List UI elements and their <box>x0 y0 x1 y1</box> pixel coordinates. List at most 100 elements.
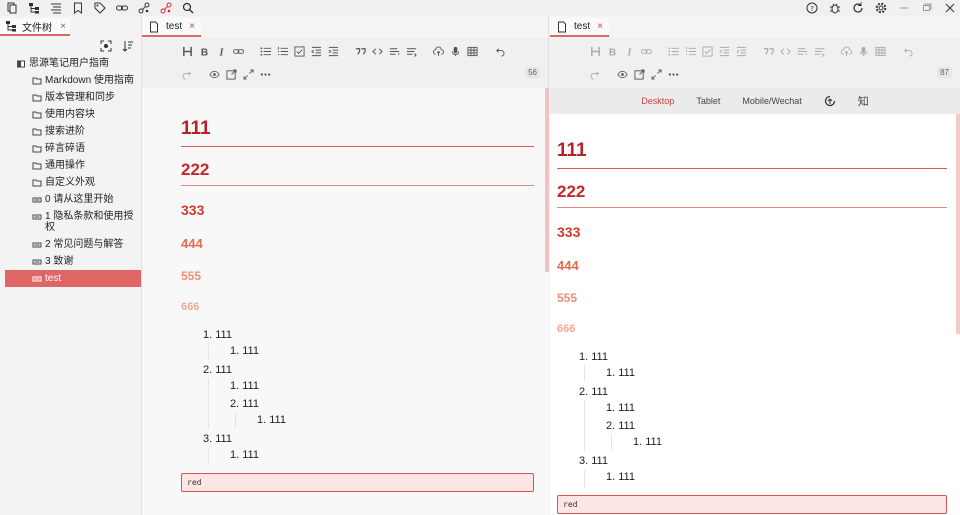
table-icon[interactable] <box>467 46 478 57</box>
fullscreen-icon[interactable] <box>243 68 254 80</box>
tree-item-version[interactable]: 版本管理和同步 <box>0 89 141 106</box>
close-tab-icon[interactable]: × <box>189 21 195 32</box>
open-external-icon[interactable] <box>226 68 237 80</box>
checklist-icon[interactable] <box>702 45 713 57</box>
tab-editor-test[interactable]: test × <box>142 18 201 37</box>
inline-code-icon[interactable] <box>389 46 400 57</box>
bullet-list-icon[interactable] <box>260 46 271 57</box>
tree-item-notes[interactable]: 碎言碎语 <box>0 140 141 157</box>
link-icon[interactable] <box>233 46 244 57</box>
heading-6: 666 <box>181 301 200 313</box>
ordered-list-icon[interactable] <box>685 46 696 57</box>
minimize-icon[interactable] <box>898 2 910 14</box>
code-icon[interactable] <box>372 46 383 57</box>
tree-item-general[interactable]: 通用操作 <box>0 157 141 174</box>
more-icon[interactable] <box>668 69 679 80</box>
heading-icon[interactable] <box>590 46 601 57</box>
tree-item-label: 通用操作 <box>45 160 85 171</box>
quote-icon[interactable] <box>763 46 774 57</box>
bold-icon[interactable]: B <box>607 46 618 56</box>
bookmark-icon[interactable] <box>72 2 84 14</box>
tree-item-faq[interactable]: 2 常见问题与解答 <box>0 236 141 253</box>
search-icon[interactable] <box>182 2 194 14</box>
tree-item-privacy[interactable]: 1 隐私条款和使用授权 <box>0 208 141 236</box>
bullet-list-icon[interactable] <box>668 46 679 57</box>
mode-desktop[interactable]: Desktop <box>641 96 674 106</box>
checklist-icon[interactable] <box>294 45 305 57</box>
insert-line-icon[interactable] <box>406 46 417 57</box>
word-count: 87 <box>937 67 952 78</box>
notebook-item[interactable]: 思源笔记用户指南 <box>0 55 141 72</box>
preview-eye-icon[interactable] <box>209 69 220 80</box>
global-graph-icon[interactable] <box>160 2 172 14</box>
code-icon[interactable] <box>780 46 791 57</box>
tab-file-tree[interactable]: 文件树 × <box>0 18 70 36</box>
focus-icon[interactable] <box>100 40 112 52</box>
italic-icon[interactable]: I <box>216 46 227 56</box>
restore-icon[interactable] <box>921 2 933 14</box>
scrollbar[interactable] <box>956 114 960 334</box>
zhihu-copy-button[interactable]: 知 <box>858 93 869 109</box>
undo-icon[interactable] <box>494 46 505 57</box>
more-icon[interactable] <box>260 69 271 80</box>
tree-icon[interactable] <box>28 2 40 14</box>
insert-line-icon[interactable] <box>814 46 825 57</box>
scrollbar[interactable] <box>545 88 549 272</box>
files-icon[interactable] <box>6 2 18 14</box>
undo-icon[interactable] <box>902 46 913 57</box>
heading-icon[interactable] <box>182 46 193 57</box>
fullscreen-icon[interactable] <box>651 68 662 80</box>
svg-text:I: I <box>219 47 225 56</box>
tree-item-markdown[interactable]: Markdown 使用指南 <box>0 72 141 89</box>
help-icon[interactable]: ? <box>806 2 818 14</box>
markdown-editor[interactable]: 111 222 333 444 555 666 1. 111 1. 111 2.… <box>142 88 549 515</box>
code-block[interactable]: red <box>181 473 534 492</box>
tree-item-thanks[interactable]: 3 致谢 <box>0 253 141 270</box>
graph-icon[interactable] <box>138 2 150 14</box>
close-tab-icon[interactable]: × <box>60 21 66 32</box>
sync-icon[interactable] <box>852 2 864 14</box>
tab-preview-test[interactable]: test × <box>550 18 609 37</box>
folder-icon <box>32 127 42 137</box>
tree-item-test[interactable]: test <box>5 270 141 287</box>
bug-icon[interactable] <box>829 2 841 14</box>
redo-icon[interactable] <box>182 69 193 80</box>
link-icon[interactable] <box>116 2 128 14</box>
close-tab-icon[interactable]: × <box>597 21 603 32</box>
outdent-icon[interactable] <box>311 46 322 57</box>
upload-icon[interactable] <box>433 46 444 57</box>
link-icon[interactable] <box>641 46 652 57</box>
heading-4: 444 <box>181 236 203 251</box>
redo-icon[interactable] <box>590 69 601 80</box>
outline-icon[interactable] <box>50 2 62 14</box>
ordered-list-icon[interactable] <box>277 46 288 57</box>
wechat-copy-icon[interactable] <box>824 95 836 107</box>
settings-icon[interactable] <box>875 2 887 14</box>
tree-item-label: test <box>45 273 62 284</box>
preview-eye-icon[interactable] <box>617 69 628 80</box>
tree-item-start[interactable]: 0 请从这里开始 <box>0 191 141 208</box>
italic-icon[interactable]: I <box>624 46 635 56</box>
close-window-icon[interactable] <box>944 2 956 14</box>
outdent-icon[interactable] <box>719 46 730 57</box>
indent-icon[interactable] <box>736 46 747 57</box>
microphone-icon[interactable] <box>450 46 461 57</box>
tree-item-appearance[interactable]: 自定义外观 <box>0 174 141 191</box>
mode-mobile-wechat[interactable]: Mobile/Wechat <box>742 96 801 106</box>
open-external-icon[interactable] <box>634 68 645 80</box>
inline-code-icon[interactable] <box>797 46 808 57</box>
toolbar-row-2 <box>590 67 679 81</box>
tree-item-search[interactable]: 搜索进阶 <box>0 123 141 140</box>
tag-icon[interactable] <box>94 2 106 14</box>
sort-icon[interactable] <box>122 40 134 52</box>
indent-icon[interactable] <box>328 46 339 57</box>
microphone-icon[interactable] <box>858 46 869 57</box>
tree-item-label: 1 隐私条款和使用授权 <box>45 211 134 233</box>
bold-icon[interactable]: B <box>199 46 210 56</box>
quote-icon[interactable] <box>355 46 366 57</box>
doc-icon <box>32 195 42 205</box>
upload-icon[interactable] <box>841 46 852 57</box>
mode-tablet[interactable]: Tablet <box>696 96 720 106</box>
tree-item-blocks[interactable]: 使用内容块 <box>0 106 141 123</box>
table-icon[interactable] <box>875 46 886 57</box>
